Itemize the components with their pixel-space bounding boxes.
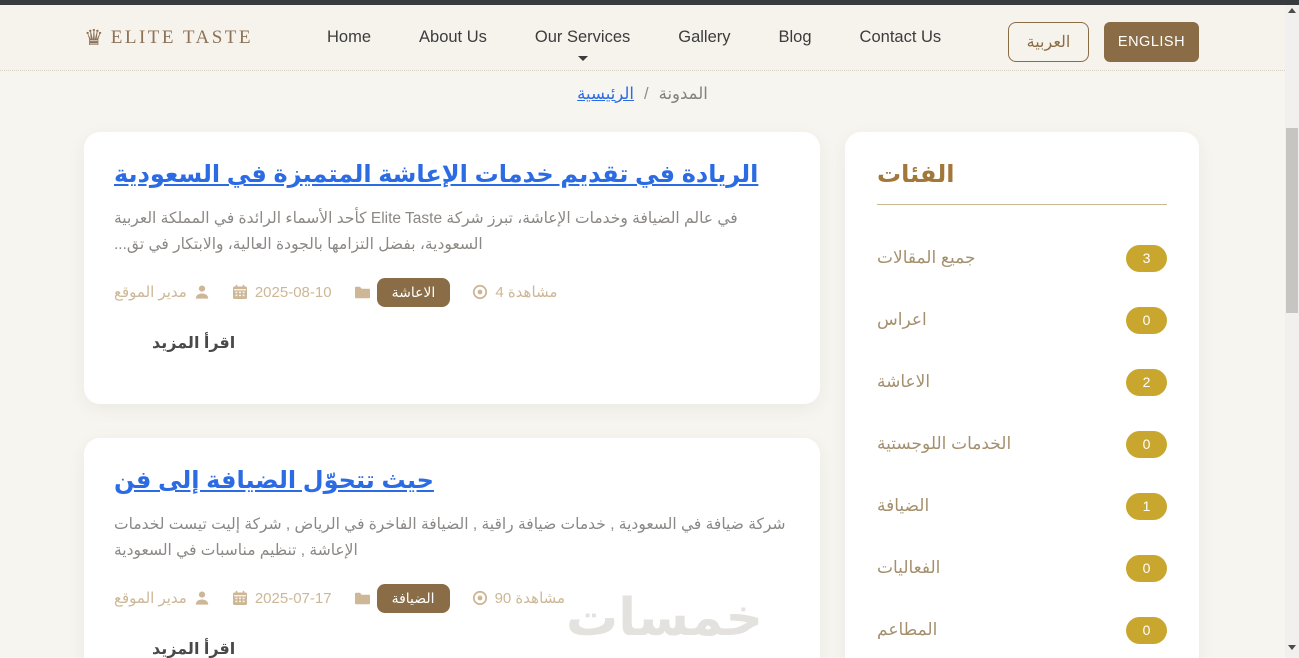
category-item-hospitality[interactable]: الضيافة 1 [877, 475, 1167, 537]
folder-icon [354, 593, 370, 605]
category-count-badge: 0 [1126, 306, 1167, 334]
top-strip [0, 0, 1299, 5]
breadcrumb-home-link[interactable]: الرئيسية [577, 84, 634, 104]
post-excerpt: في عالم الضيافة وخدمات الإعاشة، تبرز شرك… [114, 210, 738, 253]
category-item-weddings[interactable]: اعراس 0 [877, 289, 1167, 351]
read-more-link[interactable]: اقرأ المزيد [152, 333, 235, 353]
folder-icon [354, 287, 370, 299]
scroll-up-arrow-icon[interactable] [1288, 8, 1296, 13]
english-language-button[interactable]: ENGLISH [1104, 22, 1199, 62]
calendar-icon [232, 591, 247, 606]
post-category: الاعاشة [354, 278, 451, 307]
nav-item-about-us[interactable]: About Us [419, 28, 487, 47]
blog-post-card: حيث تتحوّل الضيافة إلى فن شركة ضيافة في … [84, 438, 820, 658]
brand-crest-icon: ♛ [84, 24, 104, 50]
category-label: جميع المقالات [877, 248, 976, 267]
nav-item-gallery[interactable]: Gallery [678, 28, 730, 47]
post-meta: مدير الموقع 2025-07-17 الضيافة 90 مشاهدة [114, 584, 790, 613]
brand-logo[interactable]: ♛ ELITE TASTE [84, 5, 253, 70]
post-views-label: 4 مشاهدة [495, 284, 558, 302]
nav-item-our-services[interactable]: Our Services [534, 28, 631, 61]
header: ♛ ELITE TASTE Home About Us Our Services… [0, 5, 1299, 71]
breadcrumb-current: المدونة [658, 85, 708, 103]
eye-icon [473, 285, 488, 300]
blog-post-card: الريادة في تقديم خدمات الإعاشة المتميزة … [84, 132, 820, 404]
breadcrumb: الرئيسية / المدونة [0, 84, 1285, 104]
category-item-restaurants[interactable]: المطاعم 0 [877, 599, 1167, 658]
person-icon [195, 591, 209, 605]
category-badge[interactable]: الاعاشة [376, 278, 451, 307]
post-views: 4 مشاهدة [472, 283, 557, 301]
category-count-badge: 0 [1126, 616, 1167, 644]
calendar-icon [232, 285, 247, 300]
post-date: 2025-08-10 [232, 284, 332, 301]
read-more-link[interactable]: اقرأ المزيد [152, 639, 235, 658]
language-switcher: العربية ENGLISH [1008, 22, 1199, 62]
nav-item-home[interactable]: Home [327, 28, 371, 47]
category-label: الخدمات اللوجستية [877, 434, 1012, 453]
post-views-label: 90 مشاهدة [494, 590, 566, 608]
category-count-badge: 0 [1126, 430, 1167, 458]
post-date-label: 2025-07-17 [254, 589, 332, 607]
post-author: مدير الموقع [114, 283, 210, 301]
post-title-link[interactable]: حيث تتحوّل الضيافة إلى فن [114, 464, 790, 498]
chevron-down-icon [577, 56, 588, 61]
scrollbar-thumb[interactable] [1286, 128, 1298, 313]
post-excerpt: شركة ضيافة في السعودية , خدمات ضيافة راق… [114, 516, 786, 559]
category-label: الفعاليات [877, 558, 941, 577]
category-item-catering[interactable]: الاعاشة 2 [877, 351, 1167, 413]
sidebar-divider [877, 204, 1167, 205]
post-author-label: مدير الموقع [114, 284, 187, 302]
arabic-language-button[interactable]: العربية [1008, 22, 1089, 62]
breadcrumb-separator: / [644, 84, 649, 103]
category-count-badge: 3 [1126, 244, 1167, 272]
post-title-link[interactable]: الريادة في تقديم خدمات الإعاشة المتميزة … [114, 158, 790, 192]
main-nav: Home About Us Our Services Gallery Blog … [327, 5, 941, 70]
post-author: مدير الموقع [114, 589, 210, 607]
category-item-events[interactable]: الفعاليات 0 [877, 537, 1167, 599]
category-label: الضيافة [877, 496, 930, 515]
post-date-label: 2025-08-10 [254, 283, 332, 301]
category-count-badge: 2 [1126, 368, 1167, 396]
scrollbar[interactable] [1285, 0, 1299, 658]
blog-page: ♛ ELITE TASTE Home About Us Our Services… [0, 0, 1299, 658]
category-count-badge: 0 [1126, 554, 1167, 582]
person-icon [195, 285, 209, 299]
category-label: الاعاشة [877, 372, 931, 391]
post-meta: مدير الموقع 2025-08-10 الاعاشة 4 مشاهدة [114, 278, 790, 307]
category-item-all-articles[interactable]: جميع المقالات 3 [877, 227, 1167, 289]
category-badge[interactable]: الضيافة [376, 584, 450, 613]
post-author-label: مدير الموقع [114, 590, 187, 608]
category-item-logistics[interactable]: الخدمات اللوجستية 0 [877, 413, 1167, 475]
nav-item-our-services-label: Our Services [534, 28, 631, 46]
sidebar-title: الفئات [877, 161, 955, 188]
category-label: المطاعم [877, 620, 938, 639]
brand-name: ELITE TASTE [110, 26, 253, 48]
post-date: 2025-07-17 [232, 590, 332, 607]
categories-sidebar: الفئات جميع المقالات 3 اعراس 0 الاعاشة 2… [845, 132, 1199, 658]
nav-item-contact-us[interactable]: Contact Us [860, 28, 942, 47]
category-count-badge: 1 [1126, 492, 1167, 520]
category-label: اعراس [877, 310, 927, 329]
eye-icon [472, 591, 487, 606]
nav-item-blog[interactable]: Blog [779, 28, 812, 47]
post-views: 90 مشاهدة [472, 589, 566, 608]
scroll-down-arrow-icon[interactable] [1288, 645, 1296, 650]
post-category: الضيافة [354, 584, 450, 613]
